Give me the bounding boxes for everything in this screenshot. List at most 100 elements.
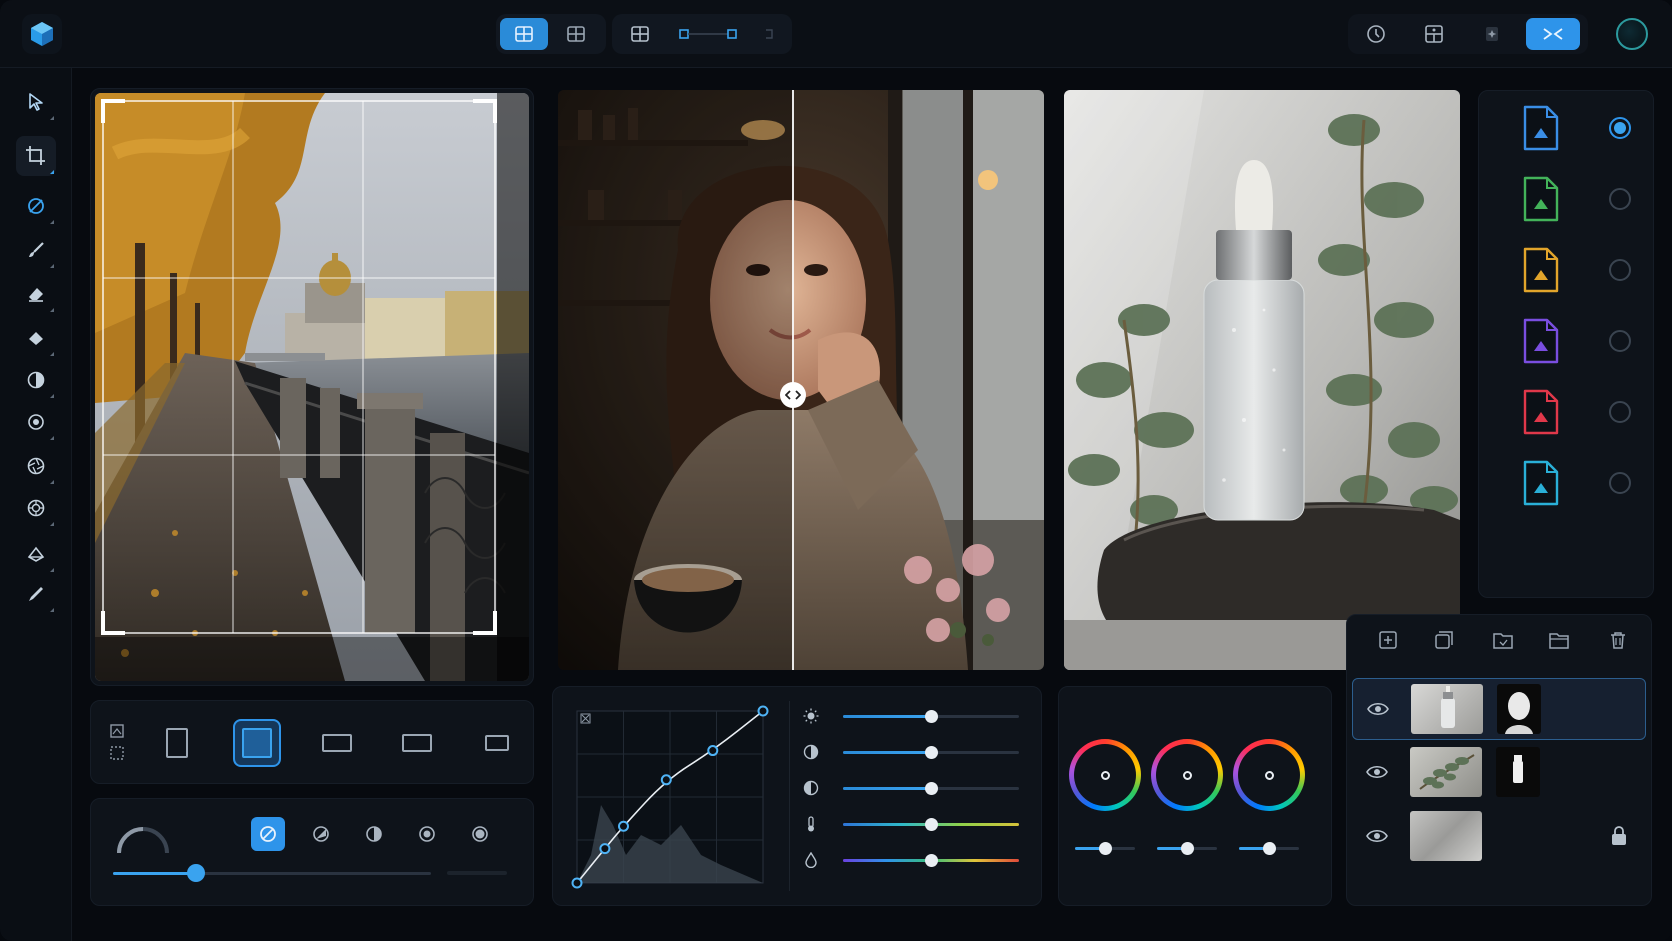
delete-layer-icon[interactable] — [1609, 631, 1627, 649]
single-view-icon[interactable] — [500, 18, 548, 50]
compare-slider-icon[interactable] — [676, 28, 786, 40]
mode-soft-icon[interactable] — [304, 817, 338, 851]
ratio-panorama-icon[interactable] — [473, 719, 521, 767]
exposure-slider[interactable] — [843, 782, 1019, 795]
ratio-swap-icon[interactable] — [109, 723, 125, 763]
preset-blue-radio[interactable] — [1609, 117, 1631, 139]
curve-point[interactable] — [757, 705, 769, 717]
aperture-tool-icon[interactable] — [16, 446, 56, 486]
shadows-wheel[interactable] — [1069, 739, 1141, 811]
compare-divider[interactable] — [792, 90, 794, 670]
layer-bottle[interactable] — [1352, 678, 1646, 740]
pen-tool-icon[interactable] — [16, 574, 56, 614]
grid-view-icon[interactable] — [552, 18, 600, 50]
slider-thumb[interactable] — [1263, 842, 1276, 855]
eye-icon[interactable] — [1366, 828, 1388, 844]
dodge-tool-icon[interactable] — [16, 402, 56, 442]
brush-flow-track[interactable] — [447, 871, 507, 875]
mode-none-icon[interactable] — [251, 817, 285, 851]
eraser-tool-icon[interactable] — [16, 274, 56, 314]
ratio-portrait-icon[interactable] — [153, 719, 201, 767]
highlights-wheel[interactable] — [1233, 739, 1305, 811]
slider-thumb[interactable] — [1099, 842, 1112, 855]
curve-point[interactable] — [618, 820, 629, 832]
curve-point[interactable] — [599, 843, 611, 855]
curve-point[interactable] — [707, 745, 719, 757]
lock-icon[interactable] — [1610, 826, 1628, 846]
preset-purple-icon[interactable] — [1521, 318, 1561, 364]
history-icon[interactable] — [1352, 18, 1400, 50]
contrast-tool-icon[interactable] — [16, 360, 56, 400]
highlights-wheel-slider[interactable] — [1239, 842, 1299, 855]
cube-logo-icon[interactable] — [22, 14, 62, 54]
add-layer-icon[interactable] — [1379, 631, 1397, 649]
ratio-wide-shape — [402, 734, 432, 752]
layer-thumbnail — [1410, 747, 1482, 797]
mask-tool-icon[interactable] — [16, 186, 56, 226]
layer-background[interactable] — [1352, 806, 1646, 868]
select-tool-icon[interactable] — [16, 82, 56, 122]
preset-cyan-radio[interactable] — [1609, 472, 1631, 494]
layout-group — [612, 14, 792, 54]
compare-handle-icon[interactable] — [780, 382, 806, 408]
slider-thumb[interactable] — [925, 854, 938, 867]
slider-thumb[interactable] — [925, 818, 938, 831]
shadows-wheel-slider[interactable] — [1075, 842, 1135, 855]
preset-purple-radio[interactable] — [1609, 330, 1631, 352]
group-layer-icon[interactable] — [1493, 631, 1513, 649]
presets-panel — [1478, 90, 1654, 598]
lens-tool-icon[interactable] — [16, 488, 56, 528]
preset-red-radio[interactable] — [1609, 401, 1631, 423]
ratio-square-icon[interactable] — [233, 719, 281, 767]
preset-cyan-icon[interactable] — [1521, 460, 1561, 506]
slider-thumb[interactable] — [1181, 842, 1194, 855]
preset-green-icon[interactable] — [1521, 176, 1561, 222]
ratio-landscape-shape — [322, 734, 352, 752]
temperature-slider[interactable] — [843, 818, 1019, 831]
brush-tool-icon[interactable] — [16, 230, 56, 270]
tint-slider[interactable] — [843, 854, 1019, 867]
preset-blue-icon[interactable] — [1521, 105, 1561, 151]
brush-size-dial-icon[interactable] — [113, 819, 173, 859]
preset-red-icon[interactable] — [1521, 389, 1561, 435]
midtones-wheel[interactable] — [1151, 739, 1223, 811]
midtones-wheel-slider[interactable] — [1157, 842, 1217, 855]
slider-thumb[interactable] — [925, 746, 938, 759]
ratio-landscape-icon[interactable] — [313, 719, 361, 767]
eye-icon[interactable] — [1366, 764, 1388, 780]
mode-ring-icon[interactable] — [463, 817, 497, 851]
curve-point[interactable] — [571, 877, 583, 889]
crop-grid-overlay[interactable] — [95, 93, 529, 681]
slider-thumb[interactable] — [925, 782, 938, 795]
curve-point[interactable] — [660, 774, 672, 786]
layout-settings-icon[interactable] — [1410, 18, 1458, 50]
tone-curve[interactable] — [571, 705, 771, 891]
shape-tool-icon[interactable] — [16, 534, 56, 574]
mode-radial-icon[interactable] — [410, 817, 444, 851]
preset-gold-radio[interactable] — [1609, 259, 1631, 281]
crop-tool-icon[interactable] — [16, 136, 56, 176]
layer-leaves[interactable] — [1352, 742, 1646, 804]
avatar[interactable] — [1616, 18, 1648, 50]
autumn-river-photo[interactable] — [95, 93, 529, 681]
layer-mask-thumbnail[interactable] — [1496, 747, 1540, 797]
export-icon[interactable] — [1526, 18, 1580, 50]
magic-icon[interactable] — [1468, 18, 1516, 50]
slider-thumb[interactable] — [925, 710, 938, 723]
brush-size-slider[interactable] — [113, 864, 431, 882]
layout-grid-icon[interactable] — [616, 18, 664, 50]
contrast-slider[interactable] — [843, 746, 1019, 759]
duplicate-layer-icon[interactable] — [1435, 631, 1453, 649]
layer-thumbnail — [1410, 811, 1482, 861]
fill-tool-icon[interactable] — [16, 318, 56, 358]
preset-gold-icon[interactable] — [1521, 247, 1561, 293]
serum-bottle-photo[interactable] — [1064, 90, 1460, 670]
eye-icon[interactable] — [1367, 701, 1389, 717]
portrait-compare-photo[interactable] — [558, 90, 1044, 670]
layer-mask-thumbnail[interactable] — [1497, 684, 1541, 734]
ratio-wide-icon[interactable] — [393, 719, 441, 767]
preset-green-radio[interactable] — [1609, 188, 1631, 210]
mode-half-icon[interactable] — [357, 817, 391, 851]
brightness-slider[interactable] — [843, 710, 1019, 723]
folder-icon[interactable] — [1549, 631, 1569, 649]
